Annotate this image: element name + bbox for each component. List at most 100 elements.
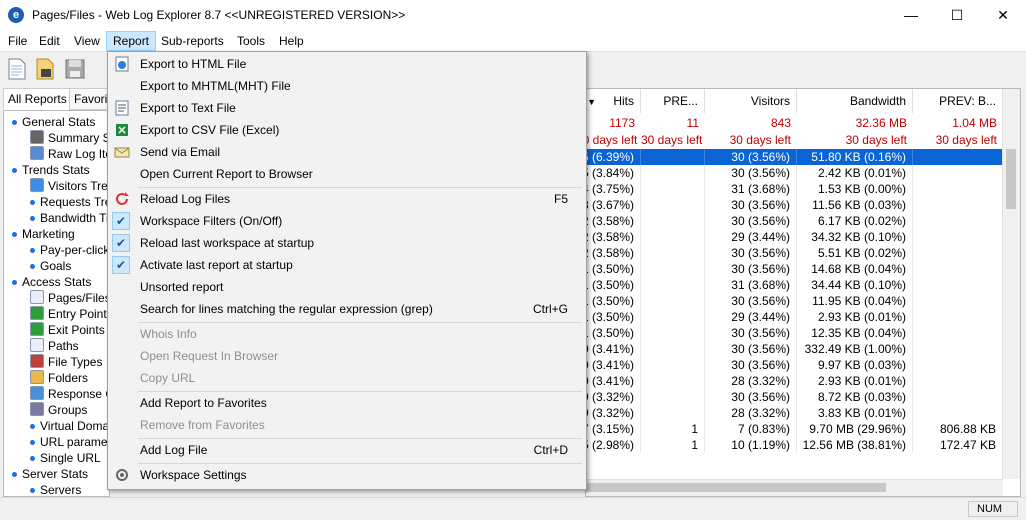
table-row[interactable]: 0 (3.41%) 30 (3.56%) 332.49 KB (1.00%) bbox=[586, 341, 1003, 357]
new-document-icon[interactable] bbox=[6, 57, 28, 81]
menu-item-activate-last-report-at-startup[interactable]: ✔ Activate last report at startup bbox=[108, 254, 584, 276]
menu-item-unsorted-report[interactable]: Unsorted report bbox=[108, 276, 584, 298]
total-visitors: 843 bbox=[770, 116, 791, 130]
tree-item[interactable]: URL parameters bbox=[30, 434, 109, 450]
hscroll-thumb[interactable] bbox=[586, 483, 886, 492]
table-cell: 29 (3.44%) bbox=[705, 309, 797, 325]
tree-item[interactable]: Visitors Trends bbox=[30, 178, 109, 194]
tree-item[interactable]: Bandwidth Trends bbox=[30, 210, 109, 226]
tree-item[interactable]: General Stats bbox=[12, 114, 95, 130]
menu-file[interactable]: File bbox=[2, 31, 33, 51]
maximize-button[interactable]: ☐ bbox=[934, 0, 980, 31]
menu-item-reload-last-workspace-at-startup[interactable]: ✔ Reload last workspace at startup bbox=[108, 232, 584, 254]
table-cell: 11.95 KB (0.04%) bbox=[797, 293, 913, 309]
table-row[interactable]: 5 (3.84%) 30 (3.56%) 2.42 KB (0.01%) bbox=[586, 165, 1003, 181]
close-button[interactable]: ✕ bbox=[980, 0, 1026, 31]
column-header-hits[interactable]: ▼ Hits bbox=[586, 89, 641, 113]
total-prev-bandwidth: 1.04 MB bbox=[952, 116, 997, 130]
menu-item-export-to-html-file[interactable]: Export to HTML File bbox=[108, 53, 584, 75]
table-row[interactable]: 1 (3.50%) 30 (3.56%) 12.35 KB (0.04%) bbox=[586, 325, 1003, 341]
table-row[interactable]: 4 (3.75%) 31 (3.68%) 1.53 KB (0.00%) bbox=[586, 181, 1003, 197]
table-cell: 1 bbox=[641, 421, 705, 437]
tree-item[interactable]: Single URL bbox=[30, 450, 101, 466]
column-header-bandwidth[interactable]: Bandwidth bbox=[797, 89, 913, 113]
menu-item-workspace-settings[interactable]: Workspace Settings bbox=[108, 464, 584, 486]
menu-item-search-for-lines-matching-the-regular-expression-grep[interactable]: Search for lines matching the regular ex… bbox=[108, 298, 584, 320]
menu-view[interactable]: View bbox=[68, 31, 106, 51]
table-cell: 31 (3.68%) bbox=[705, 277, 797, 293]
menu-item-reload-log-files[interactable]: Reload Log Files F5 bbox=[108, 188, 584, 210]
table-row[interactable]: 0 (3.41%) 30 (3.56%) 9.97 KB (0.03%) bbox=[586, 357, 1003, 373]
table-row[interactable]: 2 (3.58%) 30 (3.56%) 6.17 KB (0.02%) bbox=[586, 213, 1003, 229]
menu-item-label: Workspace Filters (On/Off) bbox=[140, 214, 283, 228]
tree-item-label: Raw Log Items bbox=[48, 147, 109, 161]
tree-item[interactable]: Raw Log Items bbox=[30, 146, 109, 162]
tree-item[interactable]: Requests Trends bbox=[30, 194, 109, 210]
menu-report[interactable]: Report bbox=[106, 31, 157, 51]
table-row[interactable]: 9 (3.32%) 28 (3.32%) 3.83 KB (0.01%) bbox=[586, 405, 1003, 421]
report-menu-dropdown: Export to HTML File Export to MHTML(MHT) … bbox=[107, 51, 587, 490]
table-cell bbox=[913, 357, 1003, 373]
table-row[interactable]: 2 (3.58%) 29 (3.44%) 34.32 KB (0.10%) bbox=[586, 229, 1003, 245]
tree-item[interactable]: Pay-per-click bbox=[30, 242, 109, 258]
menu-item-export-to-mhtml-mht-file[interactable]: Export to MHTML(MHT) File bbox=[108, 75, 584, 97]
tree-item[interactable]: Servers bbox=[30, 482, 81, 496]
menu-edit[interactable]: Edit bbox=[33, 31, 66, 51]
tree-item[interactable]: Trends Stats bbox=[12, 162, 90, 178]
tree-item[interactable]: Response Codes bbox=[30, 386, 109, 402]
table-row[interactable]: 5 (2.98%) 1 10 (1.19%) 12.56 MB (38.81%) 172… bbox=[586, 437, 1003, 453]
column-header-visitors[interactable]: Visitors bbox=[705, 89, 797, 113]
days-left-visitors: 30 days left bbox=[729, 133, 791, 147]
menu-item-open-current-report-to-browser[interactable]: Open Current Report to Browser bbox=[108, 163, 584, 185]
menu-item-export-to-text-file[interactable]: Export to Text File bbox=[108, 97, 584, 119]
tree-item[interactable]: Marketing bbox=[12, 226, 75, 242]
table-row[interactable]: 1 (3.50%) 30 (3.56%) 11.95 KB (0.04%) bbox=[586, 293, 1003, 309]
tree-item[interactable]: Paths bbox=[30, 338, 79, 354]
menu-sub-reports[interactable]: Sub-reports bbox=[155, 31, 230, 51]
table-row[interactable]: 1 (3.50%) 29 (3.44%) 2.93 KB (0.01%) bbox=[586, 309, 1003, 325]
tree-item-label: Access Stats bbox=[22, 275, 92, 289]
tree-item[interactable]: Pages/Files bbox=[30, 290, 109, 306]
menu-item-remove-from-favorites: Remove from Favorites bbox=[108, 414, 584, 436]
sort-desc-icon: ▼ bbox=[587, 97, 596, 107]
tree-item[interactable]: Goals bbox=[30, 258, 71, 274]
tree-item[interactable]: Exit Points bbox=[30, 322, 105, 338]
table-row[interactable]: 1 (3.50%) 30 (3.56%) 14.68 KB (0.04%) bbox=[586, 261, 1003, 277]
table-row[interactable]: 0 (3.41%) 28 (3.32%) 2.93 KB (0.01%) bbox=[586, 373, 1003, 389]
bullet-icon bbox=[12, 280, 17, 286]
table-cell: 2 (3.58%) bbox=[586, 229, 641, 245]
table-cell: 1 bbox=[641, 437, 705, 453]
table-row[interactable]: 1 (3.50%) 31 (3.68%) 34.44 KB (0.10%) bbox=[586, 277, 1003, 293]
tree-item[interactable]: Groups bbox=[30, 402, 87, 418]
menu-item-send-via-email[interactable]: Send via Email bbox=[108, 141, 584, 163]
tree-item[interactable]: Entry Points bbox=[30, 306, 109, 322]
save-icon[interactable] bbox=[64, 57, 86, 81]
table-cell: 30 (3.56%) bbox=[705, 245, 797, 261]
column-header-pre[interactable]: PRE... bbox=[641, 89, 705, 113]
menu-tools[interactable]: Tools bbox=[231, 31, 271, 51]
tree-item[interactable]: File Types bbox=[30, 354, 102, 370]
menu-item-add-report-to-favorites[interactable]: Add Report to Favorites bbox=[108, 392, 584, 414]
table-row[interactable]: 7 (3.15%) 1 7 (0.83%) 9.70 MB (29.96%) 806.8… bbox=[586, 421, 1003, 437]
open-log-icon[interactable] bbox=[34, 57, 56, 81]
horizontal-scrollbar[interactable] bbox=[586, 479, 1003, 496]
tree-item[interactable]: Virtual Domains bbox=[30, 418, 109, 434]
menu-item-export-to-csv-file-excel[interactable]: Export to CSV File (Excel) bbox=[108, 119, 584, 141]
column-header-prev-bandwidth[interactable]: PREV: B... bbox=[913, 89, 1003, 113]
scroll-thumb[interactable] bbox=[1006, 149, 1016, 209]
table-row[interactable]: 3 (3.67%) 30 (3.56%) 11.56 KB (0.03%) bbox=[586, 197, 1003, 213]
menu-item-add-log-file[interactable]: Add Log File Ctrl+D bbox=[108, 439, 584, 461]
checkmark-icon: ✔ bbox=[112, 212, 130, 230]
tree-item[interactable]: Server Stats bbox=[12, 466, 88, 482]
minimize-button[interactable]: — bbox=[888, 0, 934, 31]
menu-help[interactable]: Help bbox=[273, 31, 310, 51]
vertical-scrollbar[interactable] bbox=[1002, 89, 1020, 479]
table-row[interactable]: 5 (6.39%) 30 (3.56%) 51.80 KB (0.16%) bbox=[586, 149, 1003, 165]
tree-item[interactable]: Access Stats bbox=[12, 274, 91, 290]
tree-item[interactable]: Summary Stats bbox=[30, 130, 109, 146]
tree-item[interactable]: Folders bbox=[30, 370, 88, 386]
table-row[interactable]: 9 (3.32%) 30 (3.56%) 8.72 KB (0.03%) bbox=[586, 389, 1003, 405]
table-row[interactable]: 2 (3.58%) 30 (3.56%) 5.51 KB (0.02%) bbox=[586, 245, 1003, 261]
tab-all-reports[interactable]: All Reports bbox=[3, 88, 75, 110]
menu-item-workspace-filters-on-off[interactable]: ✔ Workspace Filters (On/Off) bbox=[108, 210, 584, 232]
